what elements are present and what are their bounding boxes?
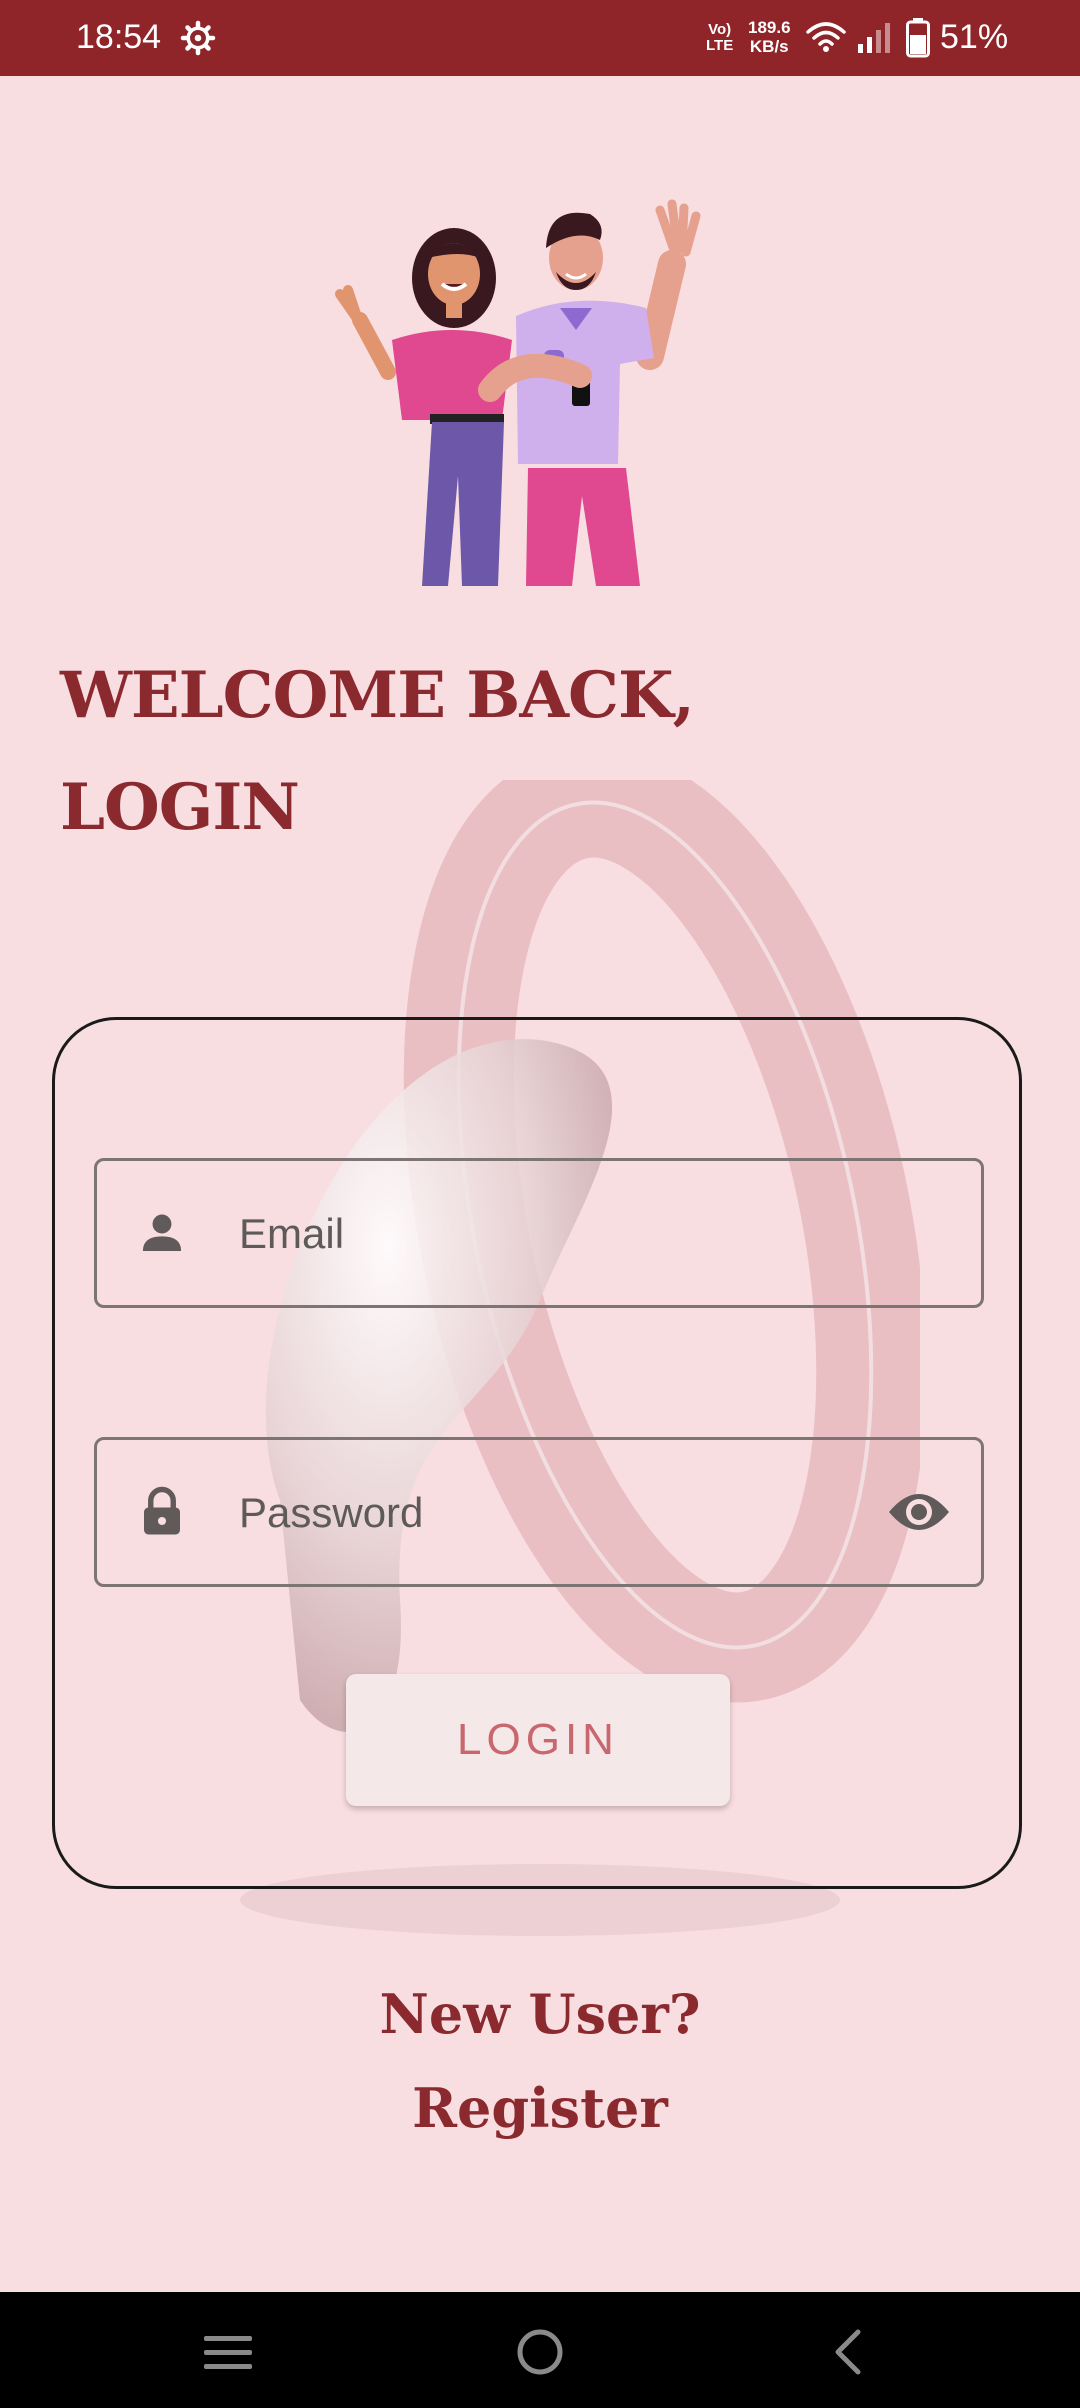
status-bar: 18:54 Vo) LTE 189.6 KB/s 51% [0, 0, 1080, 76]
login-button[interactable]: LOGIN [346, 1674, 730, 1806]
register-link[interactable]: Register [0, 2076, 1080, 2140]
email-field [94, 1158, 984, 1308]
network-speed: 189.6 KB/s [748, 18, 791, 56]
wifi-icon [806, 22, 846, 52]
gear-icon [180, 20, 216, 56]
password-input[interactable] [237, 1470, 881, 1556]
title-line-1: WELCOME BACK, [60, 658, 695, 733]
signal-icon [858, 23, 890, 53]
battery-icon [906, 18, 930, 58]
status-time: 18:54 [76, 18, 162, 56]
people-illustration [335, 199, 701, 586]
home-icon[interactable] [510, 2322, 570, 2382]
battery-percent: 51% [940, 18, 1009, 56]
new-user-text: New User? [379, 1982, 701, 2046]
person-icon [142, 1214, 182, 1251]
email-input[interactable] [237, 1191, 881, 1277]
navigation-bar [0, 2292, 1080, 2408]
title-line-2: LOGIN [60, 770, 300, 845]
lock-icon [144, 1486, 180, 1535]
menu-icon[interactable] [198, 2322, 258, 2382]
network-type: Vo) LTE [706, 21, 734, 54]
password-field [94, 1437, 984, 1587]
back-icon[interactable] [820, 2322, 880, 2382]
page-title: WELCOME BACK, LOGIN [60, 640, 960, 864]
eye-icon[interactable] [887, 1487, 951, 1537]
